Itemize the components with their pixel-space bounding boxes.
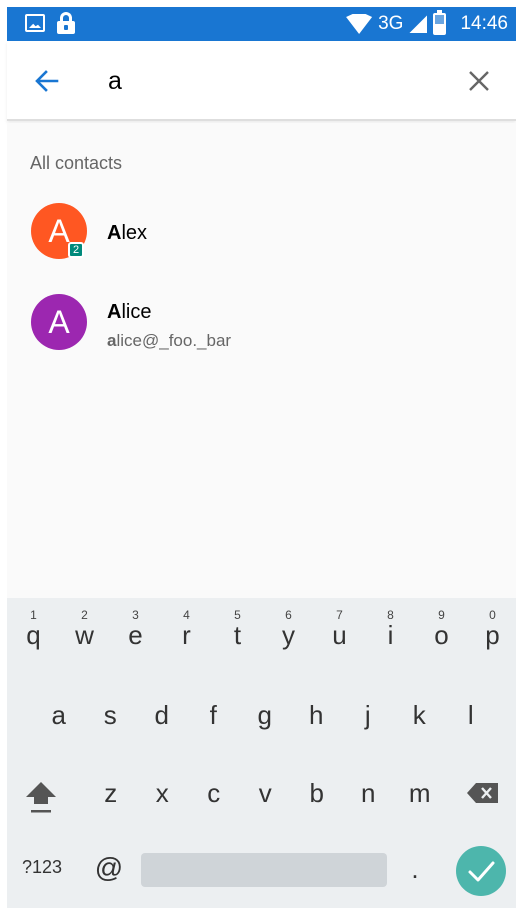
soft-keyboard: q1w2e3r4t5y6u7i8o9p0 asdfghjkl zxcvbnm ?… — [7, 598, 516, 908]
key-u[interactable]: u7 — [314, 608, 365, 651]
signal-icon — [409, 15, 428, 33]
key-b[interactable]: b — [291, 778, 343, 809]
key-i[interactable]: i8 — [365, 608, 416, 651]
search-input[interactable]: a — [108, 67, 122, 96]
key-label: o — [434, 620, 449, 650]
key-s[interactable]: s — [85, 700, 137, 731]
search-results: All contacts A 2 Alex A Alice alice@_foo… — [7, 123, 516, 598]
contact-email: alice@_foo._bar — [107, 331, 232, 350]
account-badge: 2 — [68, 242, 84, 258]
key-label: f — [209, 700, 217, 730]
battery-icon — [433, 10, 447, 35]
key-g[interactable]: g — [239, 700, 291, 731]
key-label: v — [258, 778, 272, 808]
key-e[interactable]: e3 — [110, 608, 161, 651]
key-hint: 7 — [336, 608, 343, 622]
back-button[interactable] — [33, 67, 61, 95]
contact-name: Alex — [107, 222, 148, 244]
key-j[interactable]: j — [342, 700, 394, 731]
key-hint: 8 — [387, 608, 394, 622]
spacebar[interactable] — [141, 853, 387, 887]
key-label: x — [155, 778, 169, 808]
key-d[interactable]: d — [136, 700, 188, 731]
key-label: g — [257, 700, 272, 730]
key-a[interactable]: a — [33, 700, 85, 731]
search-bar: a — [7, 41, 516, 121]
key-label: a — [51, 700, 66, 730]
symbols-key[interactable]: ?123 — [17, 857, 67, 878]
key-label: j — [364, 700, 371, 730]
key-k[interactable]: k — [394, 700, 446, 731]
clock: 14:46 — [460, 13, 508, 34]
key-c[interactable]: c — [188, 778, 240, 809]
key-hint: 5 — [234, 608, 241, 622]
key-label: w — [75, 620, 94, 650]
shift-icon — [26, 782, 56, 813]
key-label: t — [233, 620, 242, 650]
key-x[interactable]: x — [137, 778, 189, 809]
contact-item-alice[interactable]: A Alice alice@_foo._bar — [7, 283, 516, 361]
image-notification-icon — [25, 14, 45, 32]
wifi-icon — [346, 14, 373, 34]
shift-key[interactable] — [23, 776, 59, 816]
network-type: 3G — [378, 13, 404, 34]
checkmark-icon — [468, 861, 495, 882]
key-label: u — [332, 620, 347, 650]
backspace-key[interactable] — [465, 778, 501, 808]
key-label: d — [154, 700, 169, 730]
key-label: h — [309, 700, 324, 730]
key-hint: 0 — [489, 608, 496, 622]
key-label: p — [485, 620, 500, 650]
key-label: s — [103, 700, 117, 730]
key-y[interactable]: y6 — [263, 608, 314, 651]
status-bar: 3G 14:46 — [7, 7, 516, 41]
clear-search-button[interactable] — [466, 68, 492, 94]
close-icon — [469, 71, 489, 91]
key-label: k — [412, 700, 426, 730]
key-hint: 4 — [183, 608, 190, 622]
section-header: All contacts — [30, 153, 123, 173]
key-o[interactable]: o9 — [416, 608, 467, 651]
key-label: b — [309, 778, 324, 808]
key-label: e — [128, 620, 143, 650]
contact-item-alex[interactable]: A 2 Alex — [7, 195, 516, 273]
key-q[interactable]: q1 — [8, 608, 59, 651]
backspace-icon — [467, 783, 498, 803]
key-label: l — [467, 700, 474, 730]
key-m[interactable]: m — [394, 778, 446, 809]
key-p[interactable]: p0 — [467, 608, 516, 651]
key-t[interactable]: t5 — [212, 608, 263, 651]
key-label: r — [182, 620, 191, 650]
key-z[interactable]: z — [85, 778, 137, 809]
lock-icon — [57, 12, 75, 34]
key-label: z — [104, 778, 118, 808]
key-label: y — [282, 620, 295, 650]
avatar: A — [31, 294, 87, 350]
key-l[interactable]: l — [445, 700, 497, 731]
key-hint: 6 — [285, 608, 292, 622]
key-n[interactable]: n — [343, 778, 395, 809]
key-label: c — [207, 778, 221, 808]
key-hint: 9 — [438, 608, 445, 622]
key-label: i — [387, 620, 394, 650]
at-key[interactable]: @ — [91, 852, 127, 884]
key-hint: 3 — [132, 608, 139, 622]
key-f[interactable]: f — [188, 700, 240, 731]
key-r[interactable]: r4 — [161, 608, 212, 651]
key-hint: 1 — [30, 608, 37, 622]
key-w[interactable]: w2 — [59, 608, 110, 651]
contact-name: Alice — [107, 301, 152, 323]
enter-button[interactable] — [456, 846, 506, 896]
key-hint: 2 — [81, 608, 88, 622]
key-h[interactable]: h — [291, 700, 343, 731]
key-v[interactable]: v — [240, 778, 292, 809]
key-label: m — [408, 778, 431, 808]
key-label: n — [361, 778, 376, 808]
key-label: q — [26, 620, 41, 650]
arrow-left-icon — [35, 70, 59, 92]
period-key[interactable]: . — [403, 854, 427, 885]
